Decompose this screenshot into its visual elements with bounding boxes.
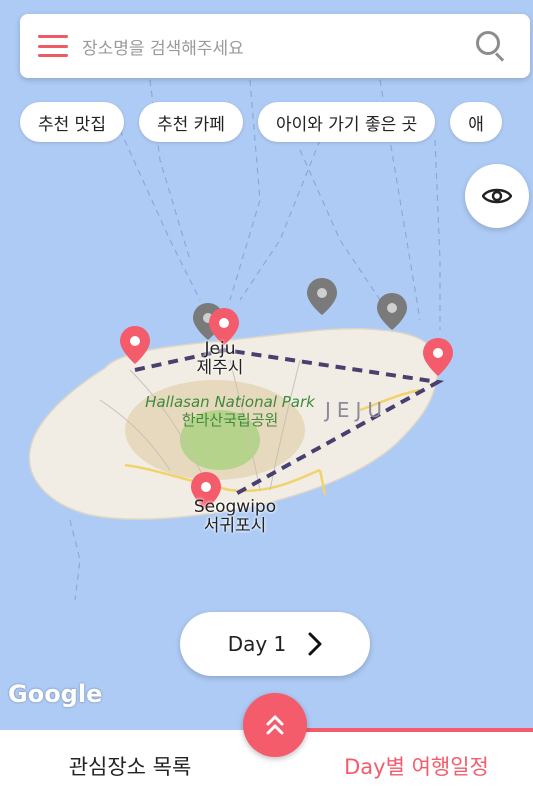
chevron-right-icon <box>308 632 322 656</box>
chip-recommended-cafes[interactable]: 추천 카페 <box>138 102 243 142</box>
day-label: Day 1 <box>227 632 287 656</box>
visibility-toggle-button[interactable] <box>465 164 529 228</box>
place-label-jeju: Jeju 제주시 <box>185 340 255 378</box>
search-icon[interactable] <box>476 31 506 62</box>
menu-icon[interactable] <box>38 35 68 57</box>
park-name-ko: 한라산국립공원 <box>181 411 279 429</box>
region-label: JEJU <box>325 398 389 422</box>
park-label: Hallasan National Park 한라산국립공원 <box>140 393 320 429</box>
search-input[interactable]: 장소명을 검색해주세요 <box>82 34 476 59</box>
place-name-en: Seogwipo <box>193 497 277 517</box>
chip-kid-friendly-places[interactable]: 아이와 가기 좋은 곳 <box>257 102 436 142</box>
tab-favorites[interactable]: 관심장소 목록 <box>0 730 260 802</box>
expand-panel-button[interactable] <box>243 693 307 757</box>
category-chips: 추천 맛집 추천 카페 아이와 가기 좋은 곳 애 <box>20 102 502 142</box>
place-name-en: Jeju <box>204 339 236 359</box>
google-logo: Google <box>8 680 103 708</box>
place-label-seogwipo: Seogwipo 서귀포시 <box>185 498 285 536</box>
place-name-ko: 서귀포시 <box>203 516 267 536</box>
day-selector-button[interactable]: Day 1 <box>180 612 370 676</box>
tab-daily-itinerary[interactable]: Day별 여행일정 <box>300 730 533 802</box>
chip-more[interactable]: 애 <box>450 102 502 142</box>
search-bar: 장소명을 검색해주세요 <box>20 14 530 78</box>
eye-icon <box>482 188 512 204</box>
chip-recommended-restaurants[interactable]: 추천 맛집 <box>20 102 124 142</box>
chevrons-up-icon <box>266 715 284 735</box>
park-name-en: Hallasan National Park <box>145 393 315 411</box>
place-name-ko: 제주시 <box>196 358 244 378</box>
active-tab-indicator <box>300 728 533 732</box>
